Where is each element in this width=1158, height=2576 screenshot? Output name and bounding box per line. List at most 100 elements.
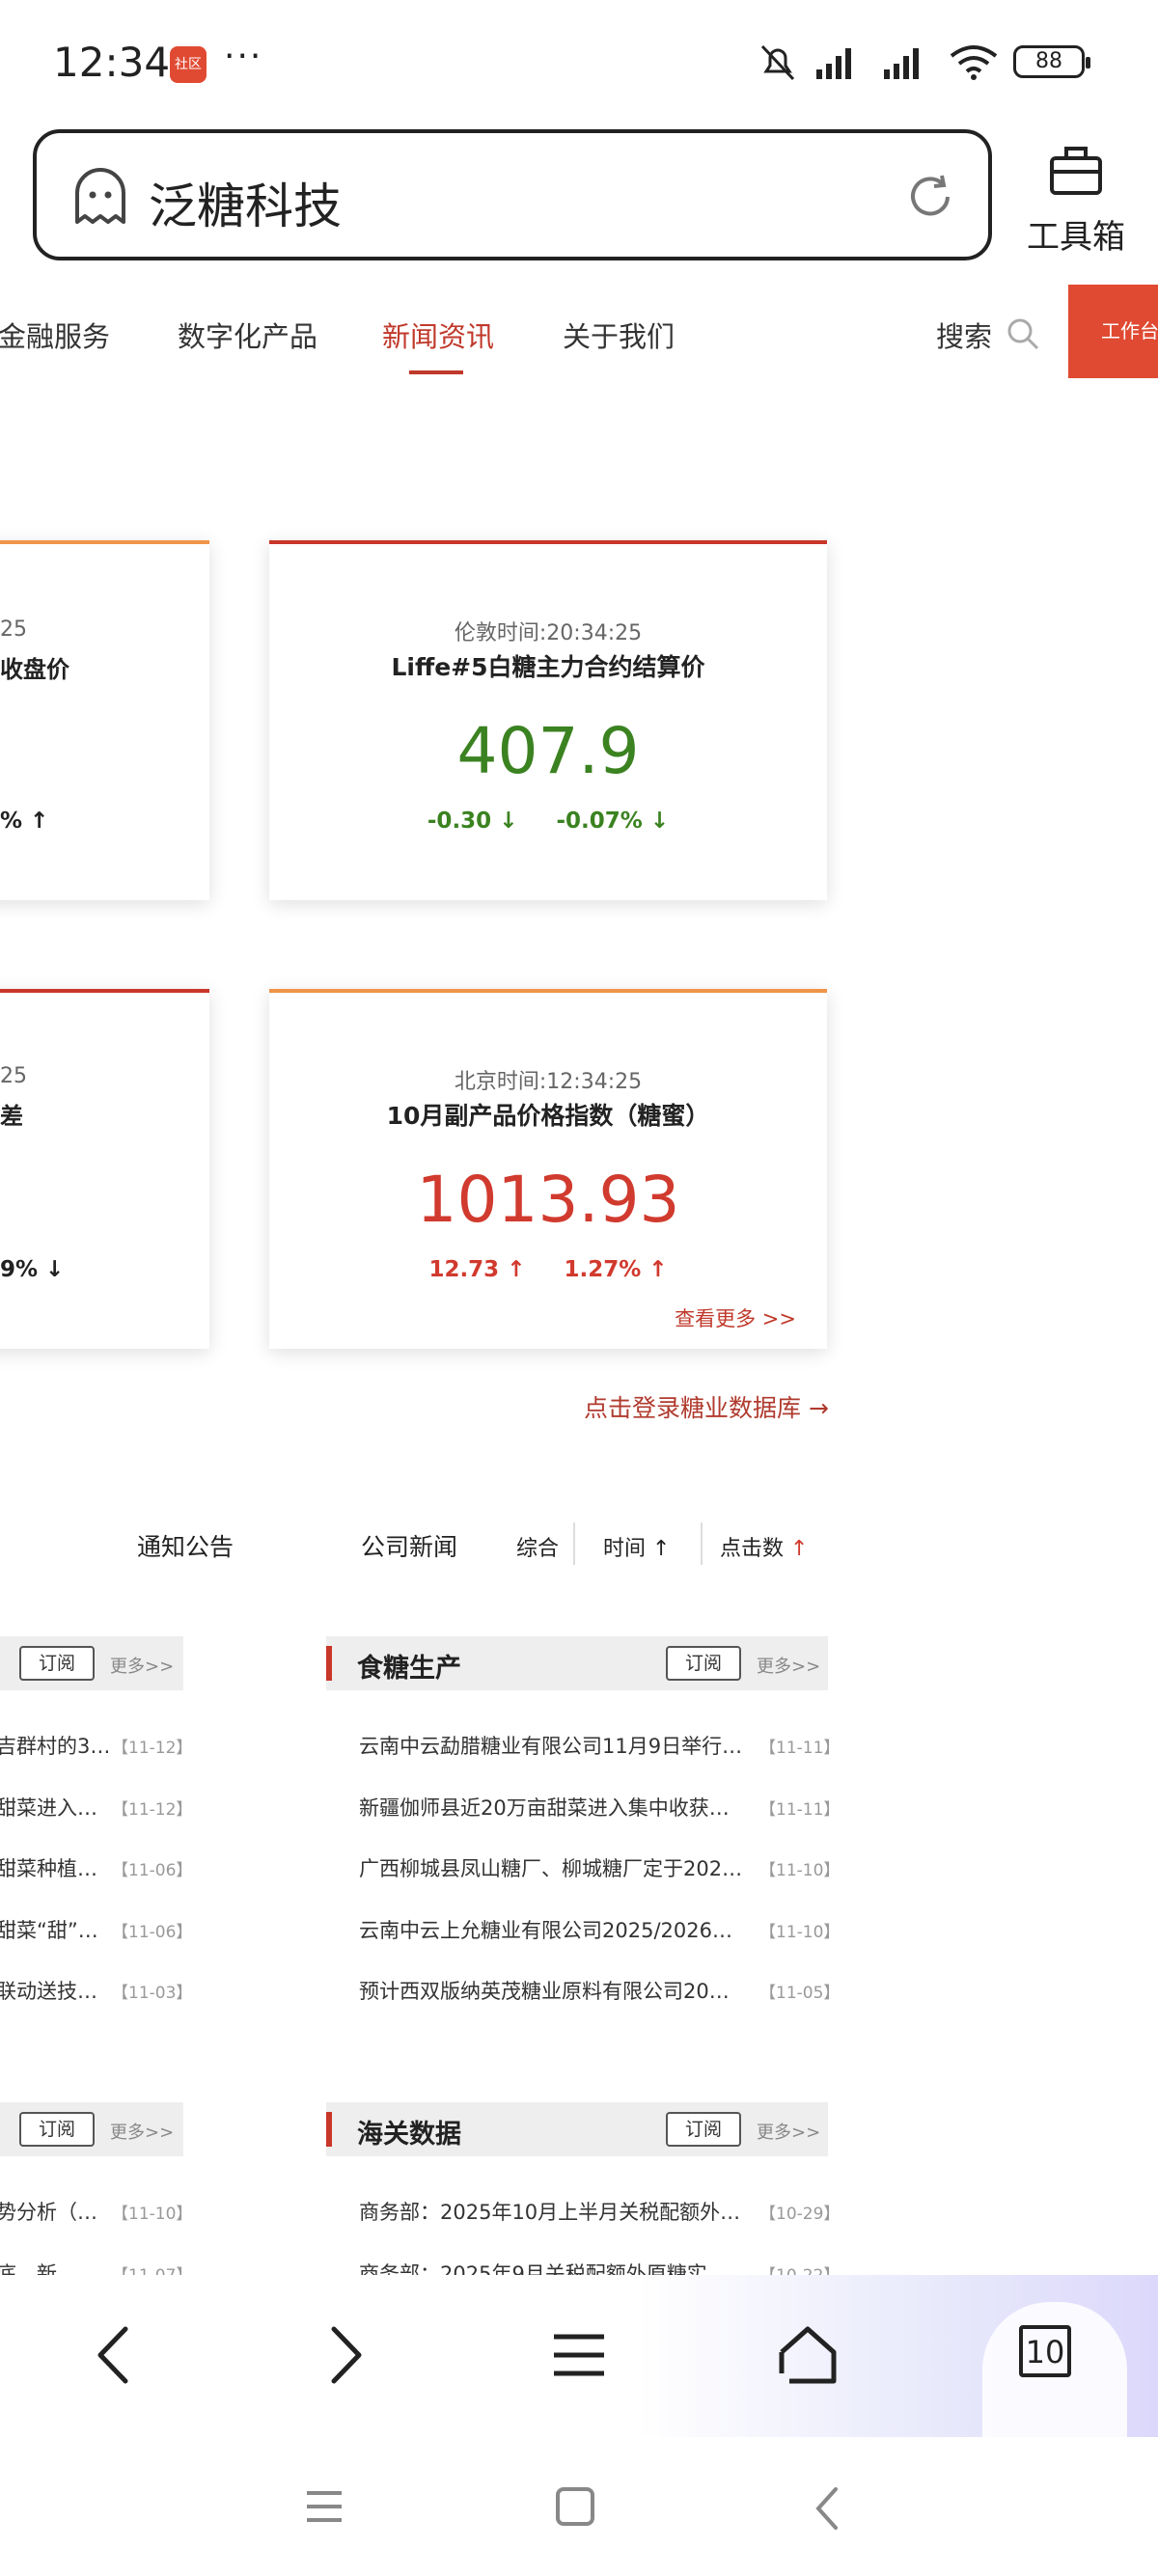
nav-item-about[interactable]: 关于我们	[563, 315, 675, 355]
more-link[interactable]: 更多>>	[110, 2119, 174, 2144]
list-item[interactable]: 新疆伽师县近20万亩甜菜进入集中收获…	[359, 1793, 730, 1822]
app-notification-icon: 社区	[170, 46, 207, 83]
address-bar[interactable]: 泛糖科技	[33, 129, 992, 260]
address-text[interactable]: 泛糖科技	[149, 168, 342, 237]
subscribe-button[interactable]: 订阅	[19, 1646, 95, 1681]
list-item[interactable]: 商务部：2025年10月上半月关税配额外…	[359, 2197, 740, 2226]
nav-item-finance[interactable]: 金融服务	[0, 315, 110, 355]
forward-icon[interactable]	[324, 2323, 369, 2387]
list-item[interactable]: 甜菜进入…	[0, 1793, 97, 1822]
login-database-link[interactable]: 点击登录糖业数据库 →	[584, 1389, 829, 1424]
sort-arrow-icon: ↑	[790, 1537, 809, 1561]
tab-company-news[interactable]: 公司新闻	[361, 1528, 457, 1563]
price-card-partial-1[interactable]: 25 收盘价 % ↑	[0, 540, 209, 900]
wifi-icon	[950, 45, 998, 80]
price-card-liffe[interactable]: 伦敦时间:20:34:25 Liffe#5白糖主力合约结算价 407.9 -0.…	[269, 540, 827, 900]
nav-search-label[interactable]: 搜索	[936, 315, 992, 355]
signal-icon	[816, 48, 851, 79]
status-bar: 12:34 社区 ··· 88	[0, 0, 1158, 125]
category-header-partial-1: 订阅 更多>>	[0, 1636, 183, 1690]
card-value: 407.9	[456, 714, 640, 788]
news-date: 【11-10】	[759, 1923, 841, 1942]
change-absolute: 12.73 ↑	[428, 1257, 526, 1282]
more-link[interactable]: 更多>>	[757, 1653, 820, 1678]
more-link[interactable]: 更多>>	[110, 1653, 174, 1678]
status-time: 12:34	[53, 39, 171, 86]
subscribe-button[interactable]: 订阅	[19, 2112, 95, 2147]
signal-hd-icon	[884, 48, 919, 79]
sort-clicks-label: 点击数	[720, 1537, 785, 1561]
reload-icon[interactable]	[905, 172, 955, 222]
toolbox-button[interactable]: 工具箱	[1023, 145, 1129, 258]
price-card-partial-2[interactable]: 25 差 9% ↓	[0, 989, 209, 1349]
card-title: Liffe#5白糖主力合约结算价	[391, 653, 705, 681]
list-item[interactable]: 广西柳城县凤山糖厂、柳城糖厂定于202…	[359, 1853, 742, 1882]
change-absolute: -0.30 ↓	[427, 808, 518, 834]
back-icon[interactable]	[91, 2323, 135, 2387]
news-date: 【11-05】	[759, 1984, 841, 2003]
tab-notice[interactable]: 通知公告	[137, 1528, 234, 1563]
nav-item-news[interactable]: 新闻资讯	[382, 315, 494, 355]
card-time: 北京时间:12:34:25	[454, 1070, 643, 1094]
category-title: 食糖生产	[357, 1654, 461, 1684]
workbench-button[interactable]: 工作台	[1068, 285, 1158, 378]
nav-active-indicator	[409, 370, 463, 374]
more-link[interactable]: 更多>>	[757, 2119, 820, 2144]
news-date: 【11-11】	[759, 1800, 841, 1820]
status-icons: 88	[757, 41, 1090, 83]
news-date: 【11-12】	[112, 1800, 193, 1820]
divider	[573, 1522, 575, 1565]
sort-clicks[interactable]: 点击数 ↑	[720, 1531, 808, 1562]
toolbox-icon	[1050, 147, 1102, 195]
card-change: 9% ↓	[0, 1257, 65, 1282]
site-nav: 金融服务 数字化产品 新闻资讯 关于我们 搜索	[0, 289, 1158, 378]
card-change: -0.30 ↓ -0.07% ↓	[269, 808, 827, 834]
list-item[interactable]: 势分析（…	[0, 2197, 97, 2226]
card-value: 1013.93	[416, 1163, 680, 1237]
card-title: 收盘价	[0, 656, 69, 683]
home-square-icon[interactable]	[554, 2485, 596, 2528]
news-date: 【11-06】	[112, 1861, 193, 1880]
change-percent: 1.27% ↑	[564, 1257, 668, 1282]
list-item[interactable]: 云南中云勐腊糖业有限公司11月9日举行…	[359, 1731, 742, 1760]
search-icon[interactable]	[1006, 316, 1040, 351]
card-change: 12.73 ↑ 1.27% ↑	[269, 1257, 827, 1282]
news-date: 【11-12】	[112, 1739, 193, 1758]
change-percent: -0.07% ↓	[556, 808, 670, 834]
news-date: 【11-06】	[112, 1923, 193, 1942]
category-header-partial-2: 订阅 更多>>	[0, 2102, 183, 2156]
browser-bottom-bar: 10	[0, 2275, 1158, 2437]
news-date: 【11-03】	[112, 1984, 193, 2003]
card-time: 25	[0, 1064, 27, 1088]
category-header-sugar-production: 食糖生产 订阅 更多>>	[326, 1636, 828, 1690]
toolbox-label: 工具箱	[1027, 218, 1125, 257]
category-title: 海关数据	[357, 2120, 461, 2150]
list-item[interactable]: 云南中云上允糖业有限公司2025/2026…	[359, 1915, 732, 1944]
subscribe-button[interactable]: 订阅	[666, 1646, 741, 1681]
price-card-molasses[interactable]: 北京时间:12:34:25 10月副产品价格指数（糖蜜） 1013.93 12.…	[269, 989, 827, 1349]
news-date: 【11-10】	[112, 2205, 193, 2224]
card-time: 伦敦时间:20:34:25	[454, 621, 643, 645]
list-item[interactable]: 甜菜种植…	[0, 1853, 97, 1882]
news-date: 【10-29】	[759, 2205, 841, 2224]
list-item[interactable]: 吉群村的3…	[0, 1731, 110, 1760]
menu-icon[interactable]	[550, 2323, 608, 2387]
nav-item-digital-products[interactable]: 数字化产品	[178, 315, 317, 355]
more-notifications-icon: ···	[224, 37, 263, 76]
system-back-icon[interactable]	[811, 2485, 843, 2532]
sort-time[interactable]: 时间 ↑	[603, 1531, 670, 1562]
ghost-icon	[75, 168, 125, 224]
subscribe-button[interactable]: 订阅	[666, 2112, 741, 2147]
list-item[interactable]: 联动送技…	[0, 1976, 97, 2005]
card-title: 10月副产品价格指数（糖蜜）	[386, 1102, 710, 1130]
tabs-count-button[interactable]: 10	[1019, 2325, 1071, 2377]
sort-comprehensive[interactable]: 综合	[516, 1531, 559, 1562]
card-title: 差	[0, 1103, 23, 1130]
home-icon[interactable]	[776, 2323, 840, 2387]
battery-indicator: 88	[1013, 45, 1090, 78]
recent-apps-icon[interactable]	[303, 2485, 345, 2528]
list-item[interactable]: 预计西双版纳英茂糖业原料有限公司20…	[359, 1976, 730, 2005]
category-header-customs-data: 海关数据 订阅 更多>>	[326, 2102, 828, 2156]
list-item[interactable]: 甜菜“甜”…	[0, 1915, 98, 1944]
view-more-link[interactable]: 查看更多 >>	[675, 1303, 796, 1332]
